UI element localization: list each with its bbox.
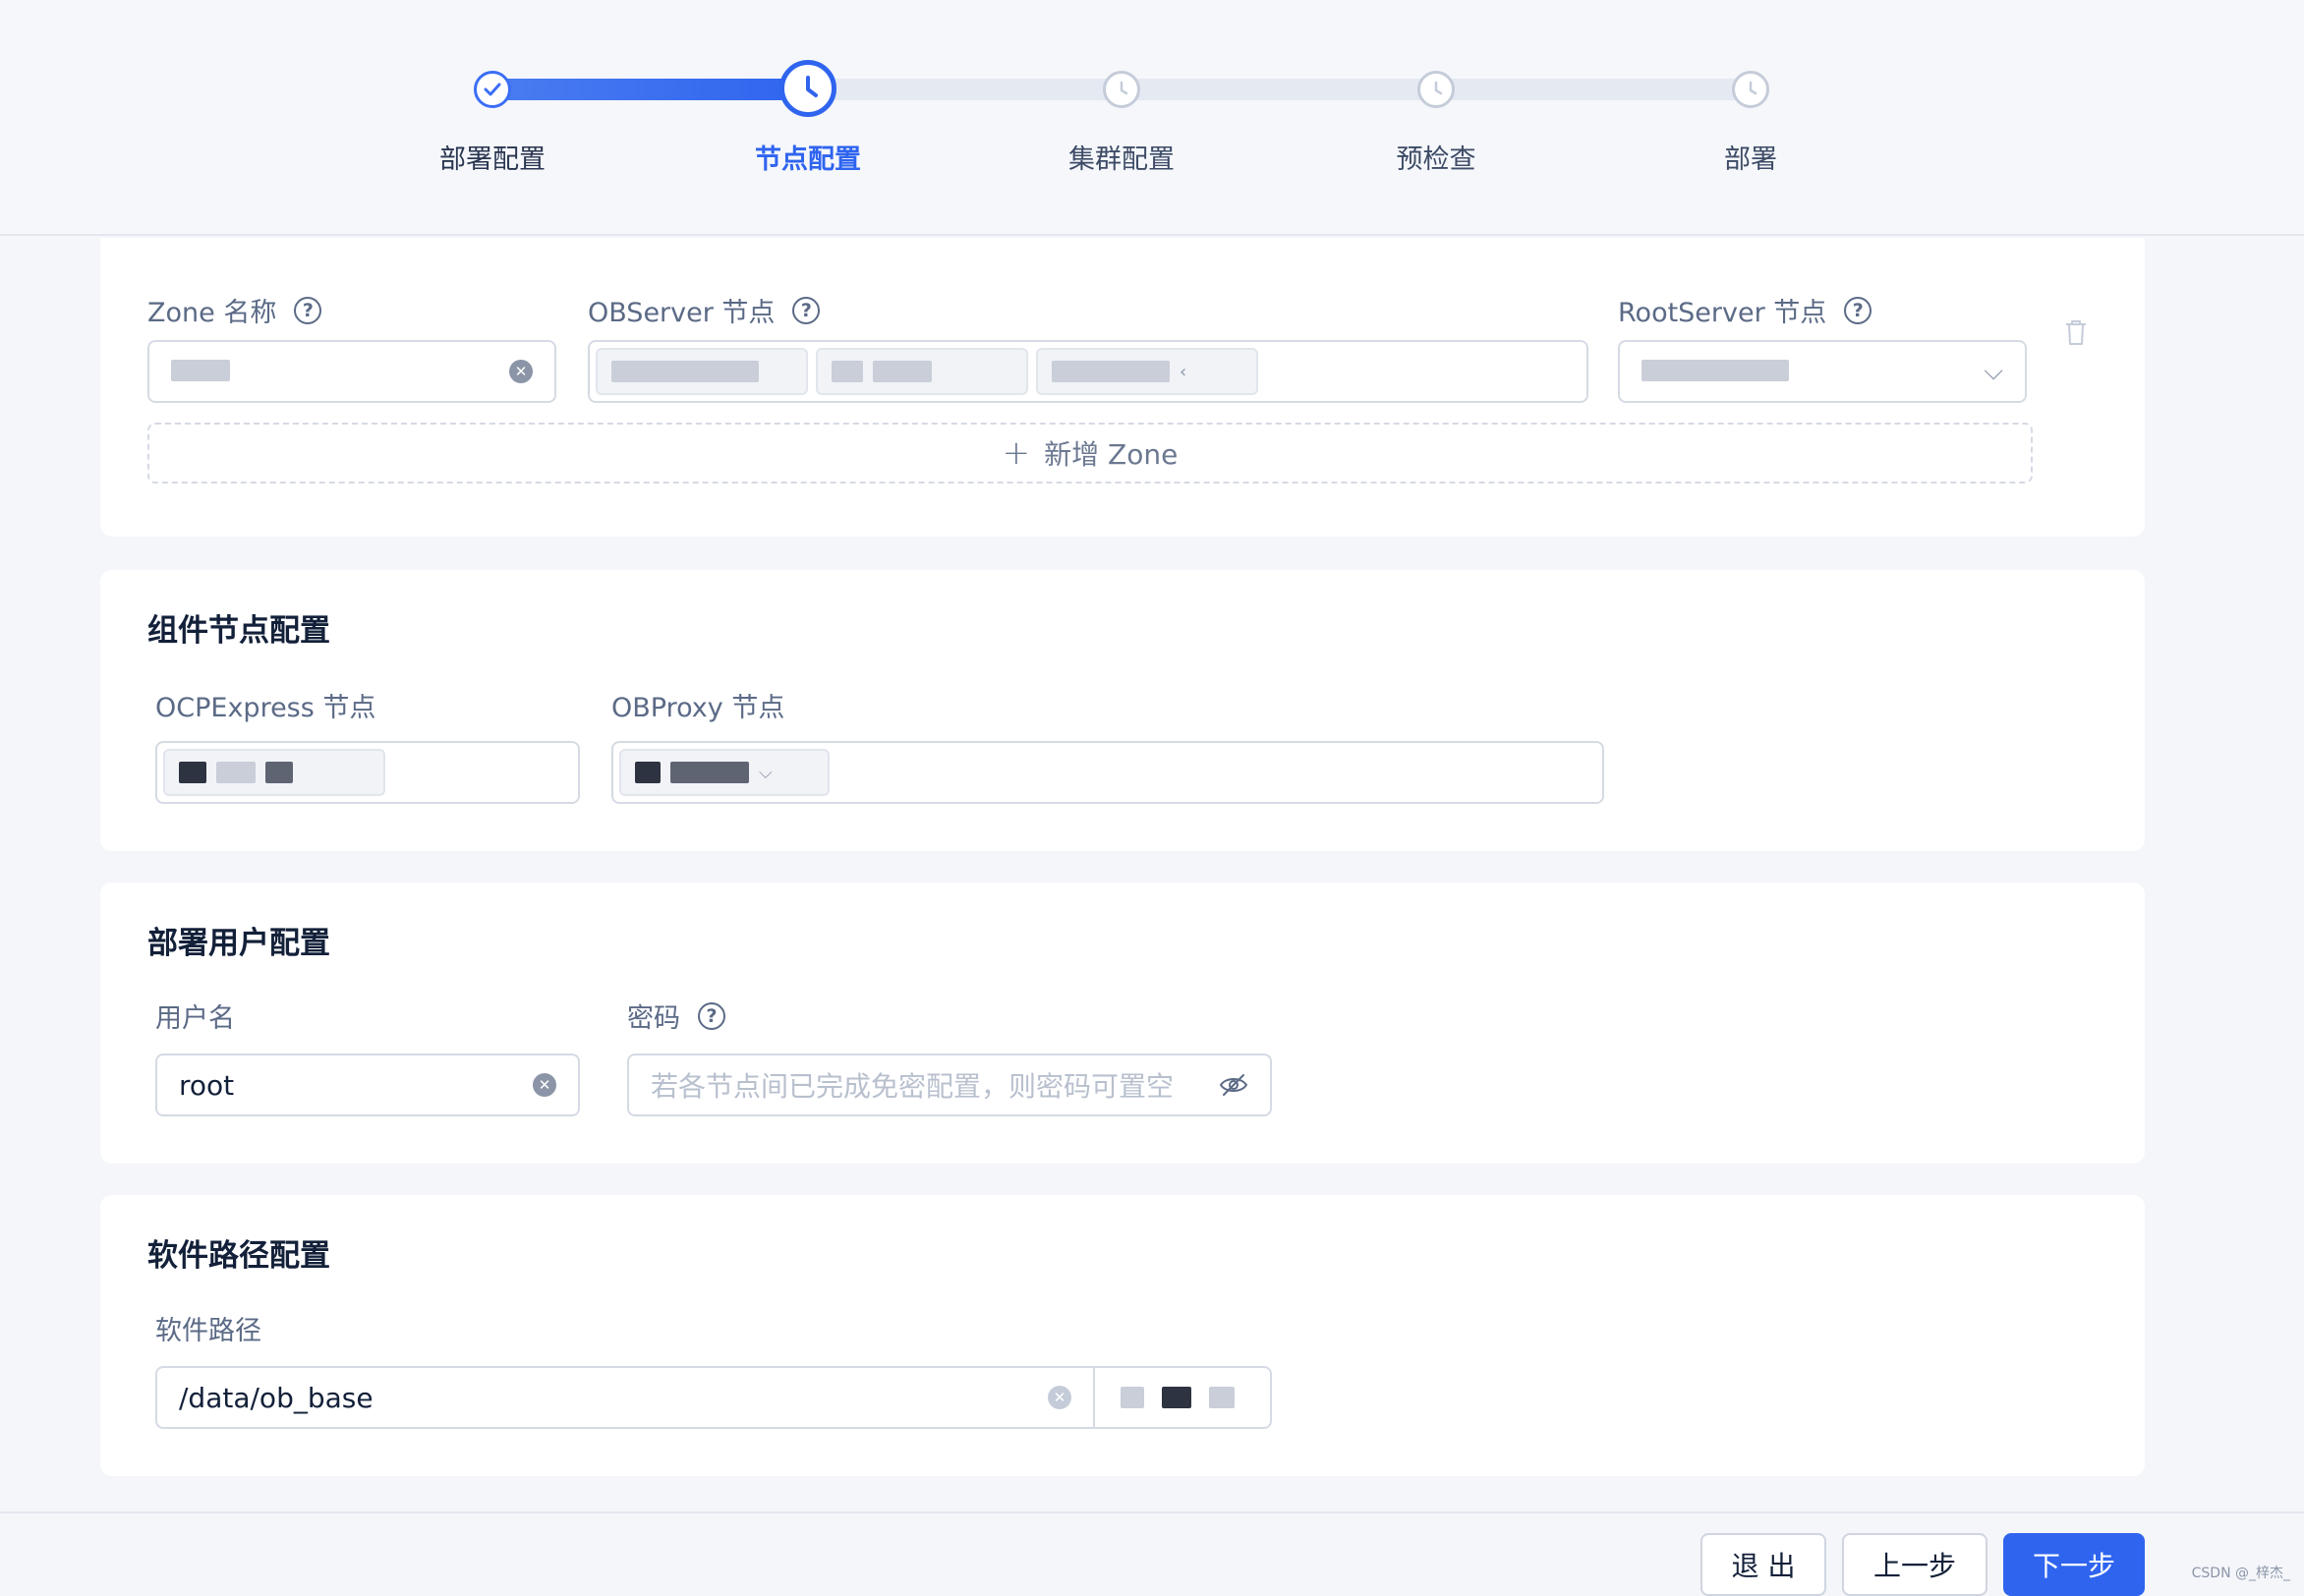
step-3-clock-icon: [1103, 71, 1140, 108]
chevron-down-icon: ⌵: [1984, 356, 2003, 386]
observer-label: OBServer 节点 ?: [588, 291, 821, 329]
step-1-check-icon: [474, 71, 511, 108]
plus-icon: +: [1002, 433, 1031, 473]
question-circle-icon[interactable]: ?: [698, 1001, 725, 1030]
password-label-text: 密码: [627, 1003, 680, 1034]
previous-step-button[interactable]: 上一步: [1842, 1533, 1987, 1596]
path-suffix-addon: [1093, 1368, 1270, 1427]
clear-icon[interactable]: ✕: [509, 360, 533, 383]
component-card-title: 组件节点配置: [147, 613, 330, 649]
rootserver-select[interactable]: ⌵: [1618, 340, 2027, 403]
observer-tag: [816, 348, 1028, 395]
step-4-label: 预检查: [1396, 144, 1476, 175]
step-2-label: 节点配置: [755, 144, 861, 175]
deploy-user-card: 部署用户配置 用户名 密码 ? root ✕ 若各节点间已完成免密配置，则密码可…: [100, 883, 2145, 1164]
user-card-title: 部署用户配置: [147, 926, 330, 961]
add-zone-label: 新增 Zone: [1044, 438, 1179, 471]
path-card-title: 软件路径配置: [147, 1238, 330, 1274]
clear-icon[interactable]: ✕: [1048, 1386, 1071, 1409]
rootserver-label-text: RootServer 节点: [1618, 298, 1827, 328]
obproxy-select[interactable]: ⌵: [611, 741, 1604, 804]
path-input[interactable]: /data/ob_base ✕: [155, 1366, 1272, 1429]
eye-invisible-icon[interactable]: [1219, 1072, 1248, 1098]
step-5-label: 部署: [1724, 144, 1777, 175]
ocpexpress-tag: [163, 749, 385, 796]
step-track-done: [491, 79, 816, 100]
zone-name-label: Zone 名称 ?: [147, 291, 322, 329]
observer-select[interactable]: ‹: [588, 340, 1588, 403]
observer-tag: [596, 348, 808, 395]
username-value: root: [179, 1068, 235, 1102]
zone-name-value-redacted: [171, 356, 509, 388]
trash-icon[interactable]: [2064, 318, 2088, 346]
obproxy-tag: ⌵: [619, 749, 830, 796]
steps-progress: 部署配置 节点配置 集群配置 预检查 部署: [0, 0, 2304, 236]
software-path-card: 软件路径配置 软件路径 /data/ob_base ✕: [100, 1195, 2145, 1476]
obproxy-label: OBProxy 节点: [611, 693, 785, 723]
ocpexpress-select[interactable]: [155, 741, 580, 804]
password-placeholder: 若各节点间已完成免密配置，则密码可置空: [651, 1070, 1175, 1103]
step-3-label: 集群配置: [1068, 144, 1175, 175]
zone-name-label-text: Zone 名称: [147, 298, 277, 328]
observer-tag: ‹: [1036, 348, 1258, 395]
password-label: 密码 ?: [627, 997, 725, 1035]
observer-label-text: OBServer 节点: [588, 298, 776, 328]
zone-name-input[interactable]: ✕: [147, 340, 556, 403]
exit-button[interactable]: 退 出: [1700, 1533, 1826, 1596]
ocpexpress-label: OCPExpress 节点: [155, 693, 376, 723]
clear-icon[interactable]: ✕: [533, 1073, 556, 1097]
rootserver-value-redacted: [1642, 356, 1984, 388]
step-2-clock-icon: [779, 60, 836, 117]
question-circle-icon[interactable]: ?: [1844, 296, 1872, 324]
path-label: 软件路径: [155, 1316, 261, 1346]
step-track-pending: [816, 79, 1764, 100]
watermark: CSDN @_梓杰_: [2191, 1566, 2290, 1581]
component-node-card: 组件节点配置 OCPExpress 节点 OBProxy 节点 ⌵: [100, 570, 2145, 851]
add-zone-button[interactable]: + 新增 Zone: [147, 423, 2033, 484]
username-label: 用户名: [155, 1003, 235, 1034]
step-4-clock-icon: [1417, 71, 1455, 108]
question-circle-icon[interactable]: ?: [294, 296, 322, 324]
step-5-clock-icon: [1732, 71, 1769, 108]
step-1-label: 部署配置: [439, 144, 546, 175]
username-input[interactable]: root ✕: [155, 1054, 580, 1116]
next-step-button[interactable]: 下一步: [2003, 1533, 2145, 1596]
path-value: /data/ob_base: [179, 1381, 374, 1414]
zone-config-card: Zone 名称 ? OBServer 节点 ? RootServer 节点 ? …: [100, 238, 2145, 537]
rootserver-label: RootServer 节点 ?: [1618, 291, 1872, 329]
password-input[interactable]: 若各节点间已完成免密配置，则密码可置空: [627, 1054, 1272, 1116]
footer-bar: 退 出 上一步 下一步 CSDN @_梓杰_: [0, 1511, 2304, 1596]
question-circle-icon[interactable]: ?: [792, 296, 821, 324]
